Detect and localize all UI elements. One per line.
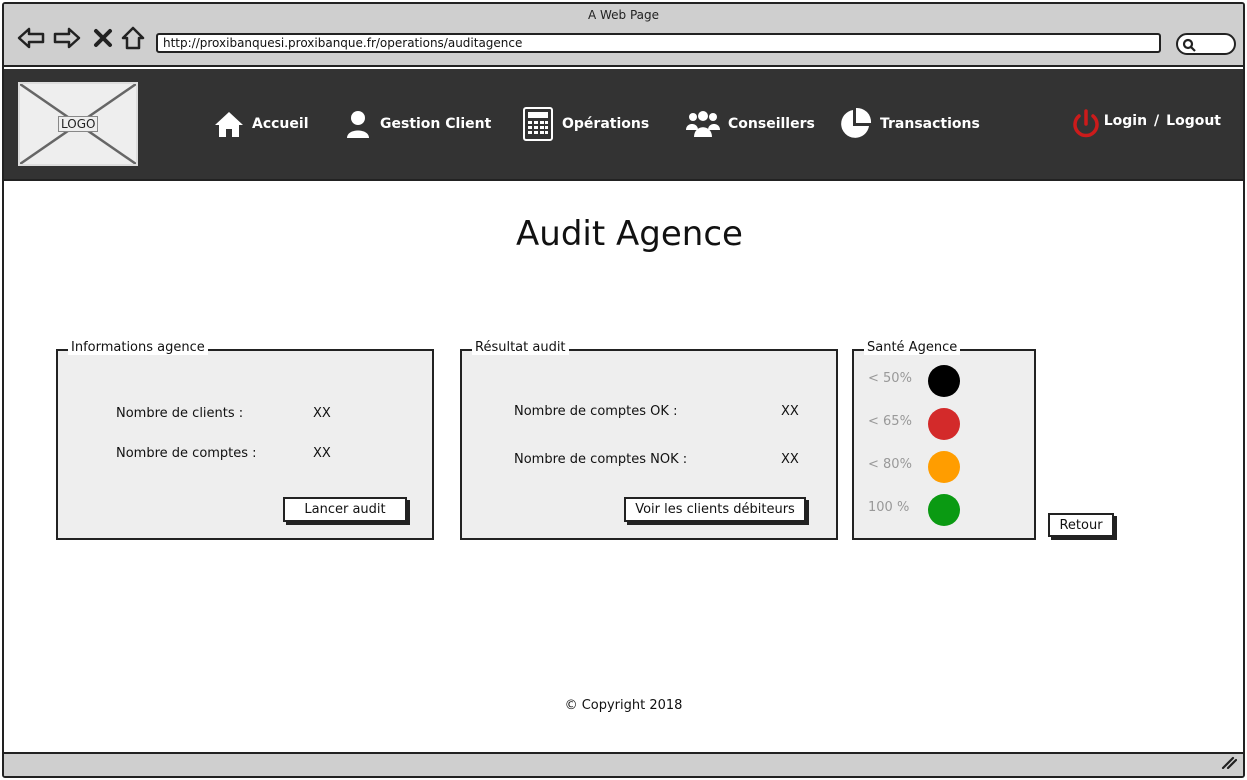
- resize-grip-icon[interactable]: [1221, 754, 1238, 773]
- health-dot-black: [928, 365, 960, 397]
- clients-count-value: XX: [313, 406, 331, 421]
- health-panel: Santé Agence < 50% < 65% < 80% 100 %: [852, 340, 1036, 540]
- close-icon[interactable]: [88, 24, 118, 52]
- menu-label-transactions: Transactions: [880, 116, 980, 132]
- health-level-label-65: < 65%: [868, 414, 912, 429]
- view-debtor-clients-button[interactable]: Voir les clients débiteurs: [624, 497, 806, 522]
- copyright: © Copyright 2018: [564, 698, 683, 713]
- page-title: Audit Agence: [516, 214, 743, 254]
- logo-text: LOGO: [58, 116, 99, 132]
- window-title: A Web Page: [587, 8, 660, 22]
- ok-accounts-value: XX: [781, 404, 799, 419]
- nok-accounts-value: XX: [781, 452, 799, 467]
- forward-arrow-icon[interactable]: [52, 24, 82, 52]
- accounts-count-value: XX: [313, 446, 331, 461]
- browser-window: A Web Page http://proxibanquesi.proxiban…: [2, 2, 1245, 778]
- logo[interactable]: LOGO: [18, 82, 138, 166]
- back-arrow-icon[interactable]: [16, 24, 46, 52]
- login-link[interactable]: Login: [1104, 113, 1147, 129]
- nok-accounts-label: Nombre de comptes NOK :: [514, 452, 688, 467]
- menu-item-accueil[interactable]: Accueil: [214, 107, 309, 141]
- menu-label-accueil: Accueil: [252, 116, 309, 132]
- health-level-label-50: < 50%: [868, 371, 912, 386]
- menu-item-gestion-client[interactable]: Gestion Client: [344, 107, 491, 141]
- health-level-label-100: 100 %: [868, 500, 910, 515]
- clients-count-label: Nombre de clients :: [116, 406, 244, 421]
- launch-audit-button[interactable]: Lancer audit: [283, 497, 407, 522]
- app-header: LOGO Accueil Gestion Client Opérations C…: [4, 69, 1243, 181]
- result-panel: Résultat audit Nombre de comptes OK : XX…: [460, 340, 838, 540]
- menu-label-operations: Opérations: [562, 116, 650, 132]
- info-panel: Informations agence Nombre de clients : …: [56, 340, 434, 540]
- menu-item-operations[interactable]: Opérations: [522, 107, 649, 141]
- menu-label-conseillers: Conseillers: [728, 116, 815, 132]
- url-input[interactable]: http://proxibanquesi.proxibanque.fr/oper…: [156, 33, 1161, 53]
- ok-accounts-label: Nombre de comptes OK :: [514, 404, 678, 419]
- power-icon[interactable]: [1070, 109, 1102, 145]
- result-panel-legend: Résultat audit: [472, 340, 569, 355]
- accounts-count-label: Nombre de comptes :: [116, 446, 257, 461]
- home-icon: [215, 112, 243, 137]
- login-separator: /: [1154, 113, 1160, 129]
- login-logout: Login / Logout: [1104, 113, 1221, 129]
- health-dot-red: [928, 408, 960, 440]
- menu-item-conseillers[interactable]: Conseillers: [686, 107, 815, 141]
- home-nav-icon[interactable]: [118, 24, 148, 52]
- users-icon: [686, 111, 720, 137]
- calculator-icon: [523, 107, 553, 141]
- status-bar: [4, 752, 1243, 776]
- search-icon: [1182, 38, 1196, 52]
- user-icon: [347, 111, 369, 138]
- search-field[interactable]: [1176, 33, 1236, 55]
- menu-item-transactions[interactable]: Transactions: [838, 107, 980, 141]
- info-panel-legend: Informations agence: [68, 340, 208, 355]
- back-button[interactable]: Retour: [1048, 513, 1114, 537]
- health-panel-legend: Santé Agence: [864, 340, 961, 355]
- pie-chart-icon: [841, 107, 872, 138]
- health-level-label-80: < 80%: [868, 457, 912, 472]
- health-dot-orange: [928, 451, 960, 483]
- menu-label-gestion-client: Gestion Client: [380, 116, 492, 132]
- browser-chrome: A Web Page http://proxibanquesi.proxiban…: [4, 4, 1243, 67]
- logout-link[interactable]: Logout: [1166, 113, 1221, 129]
- health-dot-green: [928, 494, 960, 526]
